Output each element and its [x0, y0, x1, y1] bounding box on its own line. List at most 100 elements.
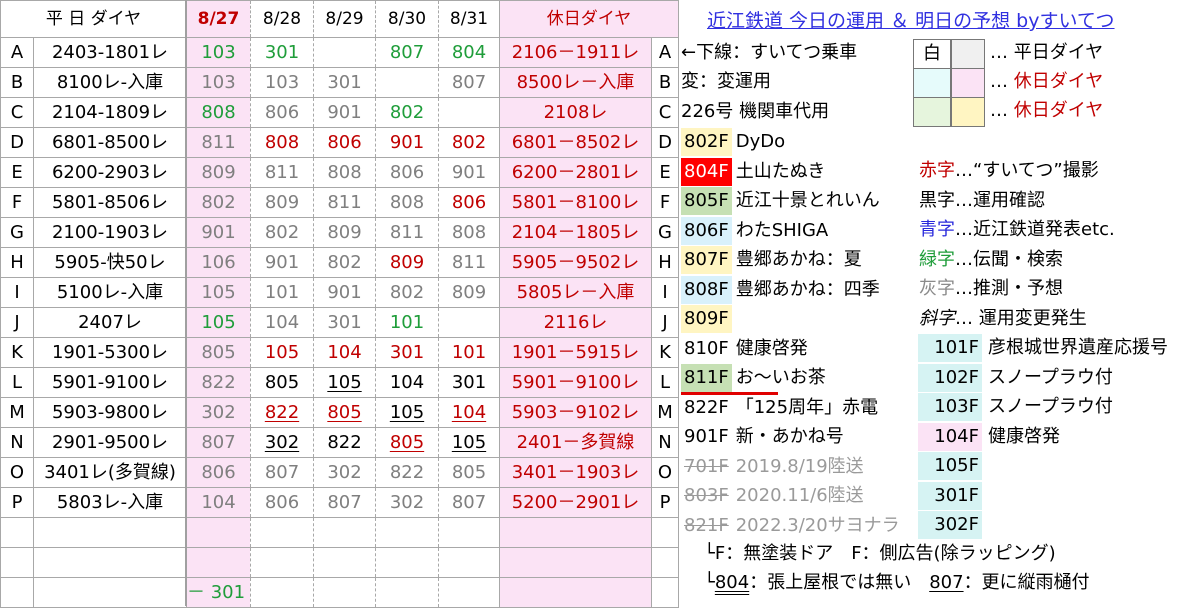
car-id: 809F [681, 305, 732, 333]
row-day-car: 808 [375, 187, 439, 218]
row-day-car [313, 37, 376, 68]
car-id: 805F [681, 187, 732, 215]
car-number: 822 [264, 402, 300, 423]
car-id: 821F [684, 514, 729, 536]
car-entry: 101F 彦根城世界遺産応援号 [918, 334, 1168, 362]
row-day-car: 811 [250, 157, 314, 188]
car-number: 105 [201, 312, 236, 333]
car-number: 822 [327, 432, 362, 453]
car-number: 103 [201, 42, 236, 63]
row-day-car: 808 [438, 217, 500, 248]
empty-cell [375, 547, 439, 578]
empty-row [0, 517, 679, 548]
page-title[interactable]: 近江鉄道 今日の運用 ＆ 明日の予想 byすいてつ [707, 6, 1115, 33]
car-name: 健康啓発 [988, 425, 1060, 447]
color-meaning: …伝聞・検索 [955, 248, 1063, 270]
car-id: 104F [918, 422, 982, 451]
swatch-cyan [913, 68, 951, 98]
car-name: 2020.11/6陸送 [735, 485, 864, 506]
car-entry: 809F [681, 305, 736, 333]
row-day-car: 802 [250, 217, 314, 248]
car-number: 105 [389, 402, 425, 423]
empty-cell [0, 577, 34, 608]
row-letter: O [0, 457, 34, 488]
header-date: 8/28 [250, 0, 314, 38]
empty-cell [499, 577, 652, 608]
color-legend-entry: 緑字…伝聞・検索 [919, 246, 1063, 274]
car-id: 822F [684, 396, 729, 418]
empty-cell [438, 577, 500, 608]
row-day-car: 105 [186, 277, 251, 308]
swatch-green [913, 97, 951, 127]
car-number: 806 [451, 192, 487, 213]
car-number: 802 [451, 132, 487, 153]
car-entry: 805F 近江十景とれいん [681, 187, 880, 215]
row-holiday-run: 8500レ－入庫 [499, 67, 652, 98]
row-day-car: 806 [186, 457, 251, 488]
row-day-car: 811 [438, 247, 500, 278]
car-entry: 104F 健康啓発 [918, 422, 1060, 451]
row-weekday-run: 2901-9500レ [33, 427, 187, 458]
car-number: 807 [389, 42, 425, 63]
row-holiday-run: 2108レ [499, 97, 652, 128]
car-number: 809 [327, 222, 362, 243]
car-number: 807 [327, 492, 362, 513]
car-number: 106 [201, 252, 236, 273]
car-number: 302 [201, 402, 236, 423]
color-meaning: …近江鉄道発表etc. [955, 219, 1115, 240]
empty-cell [33, 517, 187, 548]
car-id: 701F [684, 455, 729, 477]
color-key: 赤字 [919, 160, 955, 181]
row-day-car: 901 [375, 127, 439, 158]
row-day-car: 301 [313, 67, 376, 98]
row-day-car: 106 [186, 247, 251, 278]
car-number: 808 [264, 132, 300, 153]
table-row: D 6801-8500レ 811 808 806 901 802 6801－8502レ D [0, 127, 679, 158]
row-day-car: 808 [313, 157, 376, 188]
empty-cell [438, 517, 500, 548]
car-name: 近江十景とれいん [735, 190, 880, 211]
row-day-car: 901 [186, 217, 251, 248]
car-name: 豊郷あかね：四季 [735, 278, 880, 300]
car-name: 健康啓発 [735, 337, 808, 359]
row-letter-right: B [651, 67, 679, 98]
row-day-car: 811 [313, 187, 376, 218]
row-day-car: 809 [438, 277, 500, 308]
car-entry: 810F 健康啓発 [681, 335, 808, 363]
row-day-car: 301 [313, 307, 376, 338]
car-number: 901 [389, 132, 425, 153]
car-id: 901F [684, 426, 729, 447]
row-holiday-run: 2116レ [499, 307, 652, 338]
row-letter: E [0, 157, 34, 188]
red-bar [681, 392, 778, 395]
car-number: 105 [327, 372, 362, 393]
table-row: H 5905-快50レ 106 901 802 809 811 5905－9502レ H [0, 247, 679, 278]
row-holiday-run: 5200－2901レ [499, 487, 652, 518]
row-letter-right: M [651, 397, 679, 428]
color-key: 青字 [919, 219, 955, 240]
row-weekday-run: 2100-1903レ [33, 217, 187, 248]
car-number: 104 [264, 312, 300, 333]
car-number: 901 [327, 282, 362, 303]
car-number: 805 [327, 402, 362, 423]
car-number: 811 [201, 132, 236, 153]
row-holiday-run: 5801－8100レ [499, 187, 652, 218]
row-weekday-run: 5803レ-入庫 [33, 487, 187, 518]
empty-row [0, 547, 679, 578]
car-entry: 808F 豊郷あかね：四季 [681, 275, 880, 304]
row-weekday-run: 8100レ-入庫 [33, 67, 187, 98]
car-number: 301 [451, 372, 487, 393]
car-id: 302F [918, 511, 982, 539]
row-letter: I [0, 277, 34, 308]
row-letter-right: F [651, 187, 679, 218]
row-day-car: 804 [438, 37, 500, 68]
row-day-car: 901 [313, 97, 376, 128]
car-number: 807 [451, 492, 487, 513]
header-date: 8/27 [186, 0, 251, 38]
table-row: E 6200-2903レ 809 811 808 806 901 6200－2801レ E [0, 157, 679, 188]
car-number: 809 [264, 192, 300, 213]
row-day-car: 802 [375, 97, 439, 128]
empty-cell [250, 517, 314, 548]
row-day-car [375, 67, 439, 98]
row-day-car: 104 [250, 307, 314, 338]
